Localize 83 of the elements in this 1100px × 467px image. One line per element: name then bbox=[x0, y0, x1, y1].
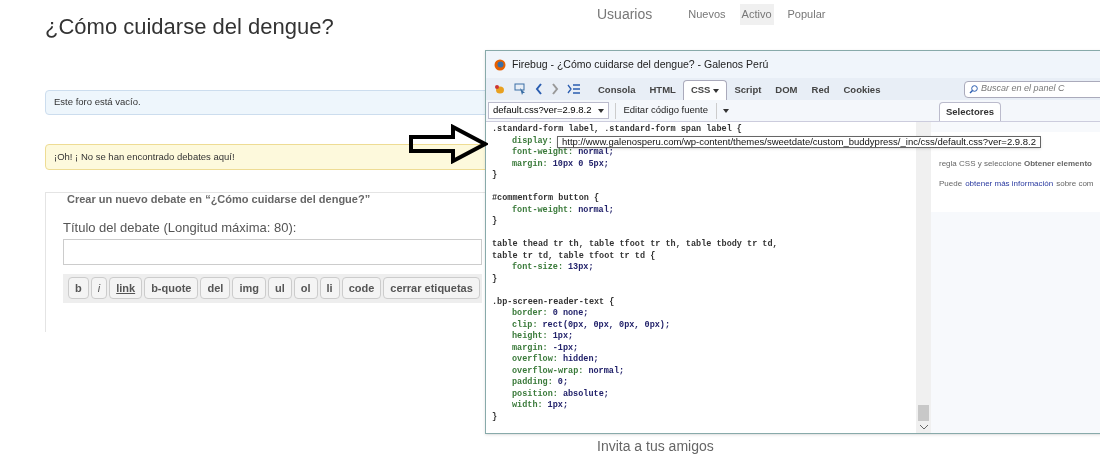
editor-button[interactable]: code bbox=[341, 277, 382, 299]
closing-brace: } bbox=[492, 170, 498, 182]
css-selector: .standard-form label, .standard-form span label { bbox=[492, 124, 742, 136]
editor-button[interactable]: b-quote bbox=[144, 277, 199, 299]
css-property: padding: bbox=[512, 377, 553, 389]
search-placeholder: Buscar en el panel C bbox=[981, 82, 1065, 96]
file-select[interactable]: default.css?ver=2.9.8.2 bbox=[488, 102, 609, 119]
panel-tab[interactable]: Script bbox=[727, 80, 769, 100]
globe-icon bbox=[494, 58, 506, 71]
form-legend: Crear un nuevo debate en “¿Cómo cuidarse del dengue?” bbox=[65, 193, 373, 205]
filter-tab[interactable]: Popular bbox=[785, 4, 828, 25]
editor-button[interactable]: ol bbox=[293, 277, 318, 299]
closing-brace: } bbox=[492, 216, 498, 228]
panel-tab[interactable]: CSS bbox=[682, 80, 728, 100]
css-selector: .bp-screen-reader-text { bbox=[492, 296, 615, 308]
css-value: -1px; bbox=[552, 342, 579, 354]
css-property: width: bbox=[512, 400, 543, 412]
editor-button[interactable]: cerrar etiquetas bbox=[383, 277, 480, 299]
css-value: 1px; bbox=[552, 331, 574, 343]
panel-tab[interactable]: Cookies bbox=[836, 80, 888, 100]
caret-icon bbox=[597, 108, 604, 113]
filter-tab[interactable]: Activo bbox=[739, 4, 774, 25]
panel-tab[interactable]: Red bbox=[804, 80, 837, 100]
css-property: clip: bbox=[512, 319, 538, 331]
css-selector: #commentform button { bbox=[492, 193, 600, 205]
caret-icon[interactable] bbox=[723, 108, 729, 113]
invite-link[interactable]: Invita a tus amigos bbox=[597, 438, 714, 454]
css-property: overflow-wrap: bbox=[512, 365, 584, 377]
field-label: Título del debate (Longitud máxima: 80): bbox=[63, 219, 297, 237]
editor-button[interactable]: li bbox=[319, 277, 340, 299]
css-value: normal; bbox=[578, 204, 614, 216]
page-title: ¿Cómo cuidarse del dengue? bbox=[45, 13, 335, 41]
help-text: regla CSS y seleccione Obtener elemento bbox=[939, 158, 1092, 170]
css-value: 1px; bbox=[547, 400, 568, 412]
css-property: overflow: bbox=[512, 354, 558, 366]
scroll-thumb[interactable] bbox=[918, 405, 929, 421]
css-property: position: bbox=[512, 388, 558, 400]
css-property: font-size: bbox=[512, 262, 563, 274]
css-property: border: bbox=[512, 308, 548, 320]
css-selector: table thead tr th, table tfoot tr th, table tbody tr td, bbox=[492, 239, 778, 251]
editor-button[interactable]: link bbox=[109, 277, 143, 299]
sidebar-heading: Usuarios bbox=[597, 5, 653, 24]
forward-icon[interactable] bbox=[551, 83, 559, 95]
css-value: absolute; bbox=[562, 388, 609, 400]
panel-tab[interactable]: HTML bbox=[642, 80, 683, 100]
css-value: 13px; bbox=[568, 262, 594, 274]
inspect-icon[interactable] bbox=[514, 83, 527, 95]
closing-brace: } bbox=[492, 411, 498, 423]
editor-button[interactable]: img bbox=[232, 277, 266, 299]
edit-source-button[interactable]: Editar código fuente bbox=[621, 103, 710, 118]
css-value: hidden; bbox=[562, 354, 599, 366]
css-selector: table tr td, table tfoot tr td { bbox=[492, 250, 656, 262]
back-icon[interactable] bbox=[535, 83, 543, 95]
css-value: 0; bbox=[557, 377, 568, 389]
help-text: sobre com bbox=[1056, 178, 1094, 190]
search-field[interactable]: Buscar en el panel C bbox=[964, 80, 1100, 98]
url-tooltip: http://www.galenosperu.com/wp-content/themes/sweetdate/custom_buddypress/_inc/css/default.css?ver=2.9.8.2 bbox=[557, 136, 1041, 148]
css-property: margin: bbox=[512, 158, 548, 170]
editor-button[interactable]: b bbox=[68, 277, 89, 299]
editor-button[interactable]: ul bbox=[267, 277, 292, 299]
scroll-down-icon[interactable] bbox=[919, 425, 928, 430]
editor-button[interactable]: i bbox=[90, 277, 108, 299]
window-title: Firebug - ¿Cómo cuidarse del dengue? - Galenos Perú bbox=[512, 56, 769, 72]
css-property: display: bbox=[512, 135, 553, 146]
help-text: Puede bbox=[939, 178, 963, 190]
css-value: 0 none; bbox=[552, 308, 589, 320]
closing-brace: } bbox=[492, 273, 498, 285]
filter-tab[interactable]: Nuevos bbox=[686, 4, 728, 25]
command-line-icon[interactable] bbox=[567, 84, 581, 94]
css-property: height: bbox=[512, 331, 548, 343]
css-value: rect(0px, 0px, 0px, 0px); bbox=[542, 319, 671, 331]
panel-tab[interactable]: Consola bbox=[591, 80, 643, 100]
help-link[interactable]: obtener más información bbox=[965, 178, 1054, 190]
side-tab[interactable]: Selectores bbox=[939, 102, 1002, 121]
css-value: normal; bbox=[588, 365, 625, 377]
title-input[interactable] bbox=[63, 238, 482, 265]
css-property: font-weight: bbox=[512, 204, 574, 216]
css-property: margin: bbox=[512, 342, 548, 354]
search-icon bbox=[969, 84, 978, 94]
css-value: normal; bbox=[578, 147, 614, 159]
arrow-icon bbox=[408, 124, 488, 164]
editor-button[interactable]: del bbox=[200, 277, 231, 299]
panel-tab[interactable]: DOM bbox=[768, 80, 805, 100]
